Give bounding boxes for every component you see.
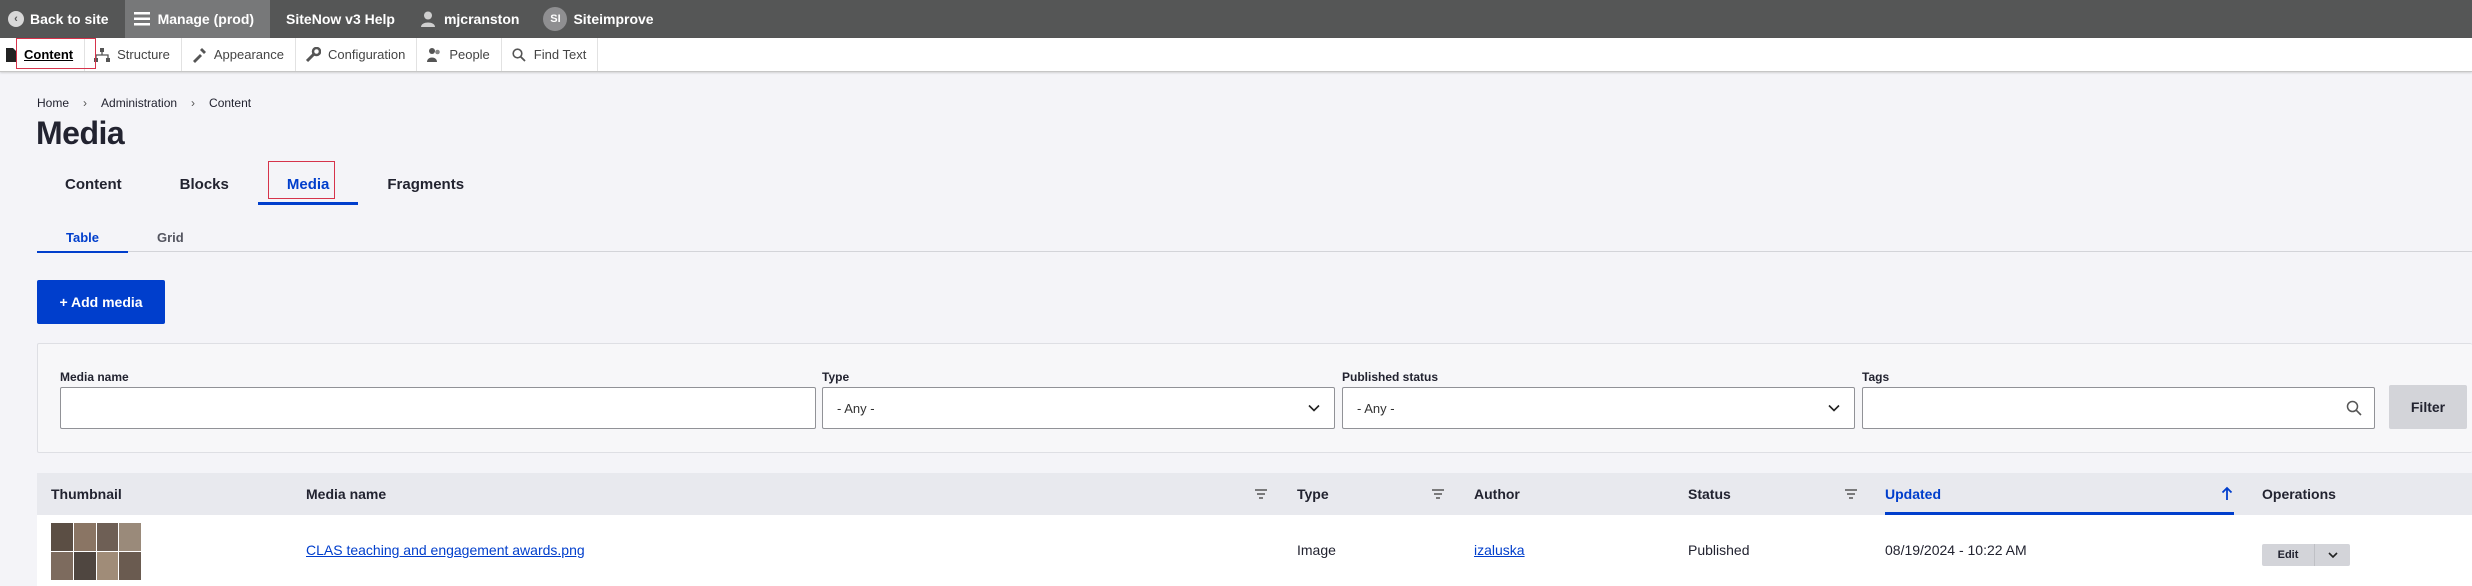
breadcrumb-administration[interactable]: Administration bbox=[101, 96, 177, 110]
chevron-down-icon bbox=[2327, 552, 2338, 559]
operations-dropbutton: Edit bbox=[2262, 544, 2350, 566]
type-cell: Image bbox=[1297, 542, 1336, 558]
tray-item-label: Content bbox=[24, 47, 74, 62]
breadcrumb: Home › Administration › Content bbox=[37, 96, 251, 110]
filter-button[interactable]: Filter bbox=[2389, 385, 2467, 429]
primary-tabs: Content Blocks Media Fragments bbox=[36, 163, 493, 205]
siteimprove-label: Siteimprove bbox=[573, 11, 654, 27]
column-thumbnail: Thumbnail bbox=[51, 486, 122, 502]
siteimprove-link[interactable]: SI Siteimprove bbox=[535, 0, 669, 38]
published-status-label: Published status bbox=[1342, 370, 1439, 384]
column-operations: Operations bbox=[2262, 486, 2336, 502]
author-link[interactable]: izaluska bbox=[1474, 542, 1525, 558]
chevron-down-icon bbox=[1828, 404, 1840, 412]
breadcrumb-home[interactable]: Home bbox=[37, 96, 69, 110]
media-name-cell: CLAS teaching and engagement awards.png bbox=[306, 542, 585, 558]
type-label: Type bbox=[822, 370, 850, 384]
published-status-select[interactable]: - Any - bbox=[1342, 387, 1855, 429]
breadcrumb-separator-icon: › bbox=[191, 96, 196, 110]
arrow-up-icon[interactable] bbox=[2221, 486, 2233, 501]
chevron-left-icon: ‹ bbox=[8, 11, 24, 27]
tray-item-label: Find Text bbox=[533, 47, 587, 62]
tray-item-find-text[interactable]: Find Text bbox=[502, 38, 599, 71]
tray-item-label: Appearance bbox=[213, 47, 284, 62]
page-title: Media bbox=[36, 115, 125, 151]
column-media-name[interactable]: Media name bbox=[306, 473, 386, 515]
tray-item-people[interactable]: People bbox=[417, 38, 502, 71]
media-name-label: Media name bbox=[60, 370, 129, 384]
hamburger-icon bbox=[133, 10, 151, 28]
people-icon bbox=[426, 47, 442, 63]
username: mjcranston bbox=[443, 11, 520, 27]
tab-table[interactable]: Table bbox=[37, 222, 128, 253]
tab-media[interactable]: Media bbox=[257, 163, 359, 205]
table-row: CLAS teaching and engagement awards.png … bbox=[37, 515, 2472, 586]
manage-tab[interactable]: Manage (prod) bbox=[124, 0, 271, 38]
tab-content[interactable]: Content bbox=[36, 163, 151, 205]
type-select-value: - Any - bbox=[837, 400, 875, 416]
tray-item-label: Structure bbox=[117, 47, 170, 62]
tray-item-configuration[interactable]: Configuration bbox=[296, 38, 418, 71]
tray-item-content[interactable]: Content bbox=[0, 38, 86, 71]
tab-grid[interactable]: Grid bbox=[128, 222, 213, 252]
breadcrumb-content[interactable]: Content bbox=[209, 96, 251, 110]
filter-form: Media name Type - Any - Published status… bbox=[37, 343, 2472, 453]
manage-label: Manage (prod) bbox=[157, 11, 255, 27]
breadcrumb-separator-icon: › bbox=[83, 96, 88, 110]
add-media-button[interactable]: + Add media bbox=[37, 280, 165, 324]
operations-toggle[interactable] bbox=[2314, 544, 2350, 566]
tray-item-structure[interactable]: Structure bbox=[85, 38, 182, 71]
tray-item-label: Configuration bbox=[327, 47, 406, 62]
tray-item-label: People bbox=[449, 47, 490, 62]
updated-cell: 08/19/2024 - 10:22 AM bbox=[1885, 542, 2027, 558]
table-header: Thumbnail Media name Type Author Status … bbox=[37, 473, 2472, 515]
sitemap-icon bbox=[94, 47, 111, 63]
file-icon bbox=[3, 47, 19, 63]
back-to-site-label: Back to site bbox=[30, 11, 109, 27]
siteimprove-icon: SI bbox=[543, 7, 568, 31]
type-select[interactable]: - Any - bbox=[822, 387, 1335, 429]
tab-fragments[interactable]: Fragments bbox=[358, 163, 493, 205]
paintbrush-icon bbox=[191, 47, 207, 63]
search-icon bbox=[511, 47, 527, 63]
user-menu[interactable]: mjcranston bbox=[411, 0, 535, 38]
media-name-link[interactable]: CLAS teaching and engagement awards.png bbox=[306, 542, 585, 558]
status-select-value: - Any - bbox=[1357, 400, 1395, 416]
column-updated[interactable]: Updated bbox=[1885, 473, 1941, 515]
edit-button[interactable]: Edit bbox=[2262, 544, 2314, 566]
status-cell: Published bbox=[1688, 542, 1750, 558]
tab-blocks[interactable]: Blocks bbox=[151, 163, 258, 205]
sort-icon[interactable] bbox=[1845, 488, 1857, 500]
search-icon bbox=[2346, 400, 2362, 416]
author-cell: izaluska bbox=[1474, 542, 1525, 558]
admin-toolbar: ‹ Back to site Manage (prod) SiteNow v3 … bbox=[0, 0, 2472, 38]
sort-icon[interactable] bbox=[1255, 488, 1267, 500]
tags-input[interactable] bbox=[1862, 387, 2375, 429]
media-thumbnail[interactable] bbox=[51, 523, 141, 580]
tags-label: Tags bbox=[1862, 370, 1890, 384]
secondary-tabs: Table Grid bbox=[37, 222, 2472, 253]
media-name-input[interactable] bbox=[60, 387, 816, 429]
back-to-site-link[interactable]: ‹ Back to site bbox=[0, 0, 125, 38]
column-status[interactable]: Status bbox=[1688, 473, 1731, 515]
help-label: SiteNow v3 Help bbox=[286, 11, 395, 27]
sort-icon[interactable] bbox=[1432, 488, 1444, 500]
help-link[interactable]: SiteNow v3 Help bbox=[270, 0, 411, 38]
column-author: Author bbox=[1474, 486, 1520, 502]
user-icon bbox=[419, 10, 437, 28]
tray-item-appearance[interactable]: Appearance bbox=[182, 38, 296, 71]
column-type[interactable]: Type bbox=[1297, 473, 1329, 515]
wrench-icon bbox=[305, 46, 321, 63]
toolbar-tray: Content Structure Appearance Configurati… bbox=[0, 38, 2472, 72]
chevron-down-icon bbox=[1308, 404, 1320, 412]
